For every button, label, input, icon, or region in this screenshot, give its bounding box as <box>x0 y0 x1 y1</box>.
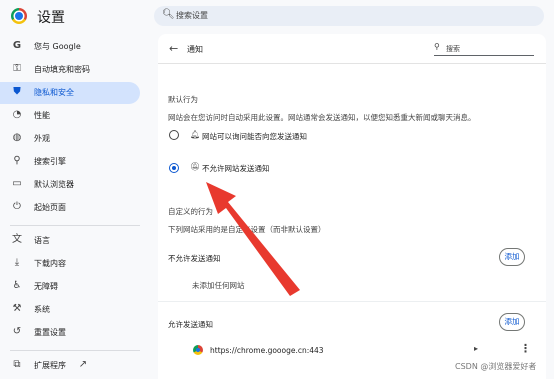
power-icon: ⏻ <box>13 201 21 212</box>
accessibility-icon: ♿ <box>12 280 22 291</box>
sidebar-item-label: 性能 <box>34 111 50 120</box>
allowed-section-label: 允许发送通知 <box>168 320 213 329</box>
radio-allow-ask[interactable] <box>169 130 179 140</box>
download-icon: ⤓ <box>14 257 20 268</box>
search-icon: ⚲ <box>434 42 440 51</box>
custom-behavior-description: 下列网站采用的是自定义设置（而非默认设置） <box>168 225 326 234</box>
sidebar-item-system[interactable]: ⚒ 系统 <box>0 299 140 321</box>
bell-icon: 🔔︎ <box>190 130 201 139</box>
sidebar-item-default-browser[interactable]: ▭ 默认浏览器 <box>0 174 140 196</box>
default-behavior-description: 网站会在您访问时自动采用此设置。网站通常会发送通知，以便您知悉重大新闻或聊天消息… <box>168 113 476 122</box>
top-bar: 设置 🔍︎ 搜索设置 <box>0 0 554 34</box>
sidebar-item-label: 扩展程序 <box>34 361 66 370</box>
sidebar-item-privacy[interactable]: ⛊ 隐私和安全 <box>0 82 140 104</box>
back-arrow-icon[interactable]: ← <box>169 42 178 55</box>
sidebar-item-label: 默认浏览器 <box>34 180 74 189</box>
sidebar-divider <box>10 350 140 351</box>
sidebar-divider <box>10 225 140 226</box>
sidebar-item-label: 重置设置 <box>34 328 66 337</box>
sidebar-item-label: 您与 Google <box>34 42 81 51</box>
sidebar-item-extensions[interactable]: ⧉ 扩展程序 ↗ <box>0 355 140 377</box>
add-allowed-site-button[interactable]: 添加 <box>499 313 525 331</box>
google-icon: G <box>12 40 22 51</box>
site-url: https://chrome.goooge.cn:443 <box>210 346 324 355</box>
speedometer-icon: ◔ <box>12 109 22 120</box>
wrench-icon: ⚒ <box>12 303 22 314</box>
bell-off-icon: 🔕︎ <box>190 162 201 171</box>
sidebar-item-search-engine[interactable]: ⚲ 搜索引擎 <box>0 151 140 173</box>
watermark: CSDN @浏览器爱好者 <box>455 362 537 371</box>
sidebar-item-label: 无障碍 <box>34 282 58 291</box>
key-icon: ⚿ <box>13 63 21 74</box>
sidebar-item-autofill[interactable]: ⚿ 自动填充和密码 <box>0 59 140 81</box>
notifications-panel: ← 通知 ⚲ 搜索 默认行为 网站会在您访问时自动采用此设置。网站通常会发送通知… <box>158 34 546 379</box>
option-label: 网站可以询问能否向您发送通知 <box>202 132 307 141</box>
sidebar-item-on-startup[interactable]: ⏻ 起始页面 <box>0 197 140 219</box>
browser-window-icon: ▭ <box>12 178 22 189</box>
sidebar-item-label: 外观 <box>34 134 50 143</box>
custom-behavior-heading: 自定义的行为 <box>168 207 213 216</box>
external-link-icon: ↗ <box>78 359 88 370</box>
settings-search-input[interactable]: 🔍︎ 搜索设置 <box>154 6 544 26</box>
sidebar-item-performance[interactable]: ◔ 性能 <box>0 105 140 127</box>
reset-icon: ↺ <box>12 326 22 337</box>
sidebar-item-you-and-google[interactable]: G 您与 Google <box>0 36 140 58</box>
app-title: 设置 <box>37 10 65 26</box>
radio-block-notifications[interactable] <box>169 163 179 173</box>
sidebar-item-languages[interactable]: 文 语言 <box>0 230 140 252</box>
translate-icon: 文 <box>12 234 22 245</box>
sidebar-item-reset[interactable]: ↺ 重置设置 <box>0 322 140 344</box>
notifications-search-input[interactable]: ⚲ 搜索 <box>434 42 534 56</box>
allowed-site-row[interactable]: https://chrome.goooge.cn:443 ▸ ⋮ <box>158 339 546 361</box>
section-divider <box>158 301 546 302</box>
blocked-empty-text: 未添加任何网站 <box>192 281 245 290</box>
sidebar-item-label: 隐私和安全 <box>34 88 74 97</box>
sidebar-item-label: 下载内容 <box>34 259 66 268</box>
page-title: 通知 <box>187 45 203 54</box>
sidebar-item-downloads[interactable]: ⤓ 下载内容 <box>0 253 140 275</box>
shield-icon: ⛊ <box>13 86 21 97</box>
sidebar-item-label: 语言 <box>34 236 50 245</box>
palette-icon: ◍ <box>12 132 22 143</box>
chevron-right-icon[interactable]: ▸ <box>474 344 478 353</box>
add-blocked-site-button[interactable]: 添加 <box>499 248 525 266</box>
extension-icon: ⧉ <box>13 359 21 370</box>
sidebar-item-appearance[interactable]: ◍ 外观 <box>0 128 140 150</box>
blocked-section-label: 不允许发送通知 <box>168 254 221 263</box>
sidebar-item-label: 系统 <box>34 305 50 314</box>
more-actions-icon[interactable]: ⋮ <box>520 342 531 355</box>
sidebar: G 您与 Google ⚿ 自动填充和密码 ⛊ 隐私和安全 ◔ 性能 ◍ 外观 … <box>0 34 150 379</box>
option-label: 不允许网站发送通知 <box>202 164 270 173</box>
default-behavior-heading: 默认行为 <box>168 95 198 104</box>
chrome-logo-icon <box>11 8 27 24</box>
sidebar-item-label: 自动填充和密码 <box>34 65 90 74</box>
search-placeholder: 搜索设置 <box>176 11 208 20</box>
site-favicon-icon <box>193 345 203 355</box>
search-icon: 🔍︎ <box>162 9 175 20</box>
sidebar-item-label: 起始页面 <box>34 203 66 212</box>
sidebar-item-accessibility[interactable]: ♿ 无障碍 <box>0 276 140 298</box>
sidebar-item-label: 搜索引擎 <box>34 157 66 166</box>
search-icon: ⚲ <box>13 155 21 166</box>
header-divider <box>158 63 546 64</box>
search-placeholder: 搜索 <box>446 45 460 53</box>
